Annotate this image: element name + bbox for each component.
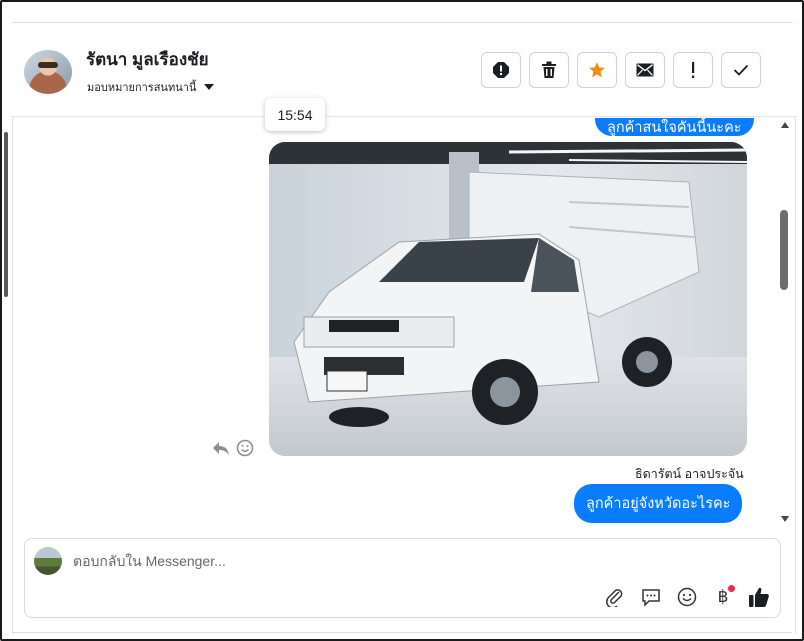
- assign-conversation-dropdown[interactable]: มอบหมายการสนทนานี้: [87, 78, 215, 96]
- message-list: ลูกค้าสนใจคันนี้นะคะ ธิดารัตน์ อาจประจัน…: [13, 118, 778, 530]
- mail-icon: [636, 63, 654, 77]
- timestamp-tooltip: 15:54: [265, 98, 325, 131]
- exclamation-icon: [692, 62, 695, 78]
- conversation-header: รัตนา มูลเรืองชัย มอบหมายการสนทนานี้: [12, 23, 796, 117]
- contact-avatar[interactable]: [24, 50, 72, 94]
- left-panel-scrollbar[interactable]: [4, 132, 8, 297]
- attach-button[interactable]: [603, 585, 627, 609]
- caret-down-icon: [204, 84, 215, 90]
- chat-bubble-icon: [642, 589, 660, 607]
- mark-spam-button[interactable]: [481, 52, 521, 88]
- truck-photo: [269, 142, 747, 456]
- scroll-down-arrow-icon[interactable]: [781, 516, 789, 522]
- message-reactions: [212, 439, 254, 457]
- scroll-up-arrow-icon[interactable]: [781, 122, 789, 128]
- sender-name: ธิดารัตน์ อาจประจัน: [635, 467, 744, 481]
- message-scrollbar[interactable]: [778, 118, 792, 528]
- message-composer: ฿: [24, 538, 781, 618]
- image-attachment[interactable]: [269, 142, 747, 456]
- assign-label: มอบหมายการสนทนานี้: [87, 82, 197, 94]
- composer-tools: ฿: [603, 585, 771, 609]
- like-button[interactable]: [747, 585, 771, 609]
- baht-icon: ฿: [717, 587, 729, 607]
- header-actions: [481, 52, 761, 88]
- saved-replies-button[interactable]: [639, 585, 663, 609]
- reply-input[interactable]: [73, 551, 713, 571]
- mark-unread-button[interactable]: [625, 52, 665, 88]
- emoji-icon: [677, 587, 697, 607]
- trash-icon: [542, 61, 556, 78]
- reply-icon[interactable]: [212, 440, 230, 456]
- paperclip-icon: [606, 589, 623, 607]
- check-icon: [733, 64, 749, 76]
- thumbs-up-icon: [749, 587, 769, 607]
- emoji-button[interactable]: [675, 585, 699, 609]
- outgoing-message-bubble[interactable]: ลูกค้าอยู่จังหวัดอะไรคะ: [574, 484, 743, 523]
- outgoing-message-bubble[interactable]: ลูกค้าสนใจคันนี้นะคะ: [595, 118, 754, 136]
- payment-button[interactable]: ฿: [711, 585, 735, 609]
- page-avatar: [34, 547, 62, 575]
- follow-up-button[interactable]: [673, 52, 713, 88]
- mark-done-button[interactable]: [721, 52, 761, 88]
- smiley-icon[interactable]: [236, 439, 254, 457]
- scroll-thumb[interactable]: [780, 210, 788, 290]
- bottom-divider: [12, 632, 792, 633]
- delete-button[interactable]: [529, 52, 569, 88]
- star-icon: [589, 62, 605, 78]
- notification-dot: [728, 585, 735, 592]
- contact-name[interactable]: รัตนา มูลเรืองชัย: [86, 46, 209, 73]
- spam-icon: [493, 62, 509, 78]
- star-button[interactable]: [577, 52, 617, 88]
- app-window: รัตนา มูลเรืองชัย มอบหมายการสนทนานี้ 15:…: [0, 0, 804, 641]
